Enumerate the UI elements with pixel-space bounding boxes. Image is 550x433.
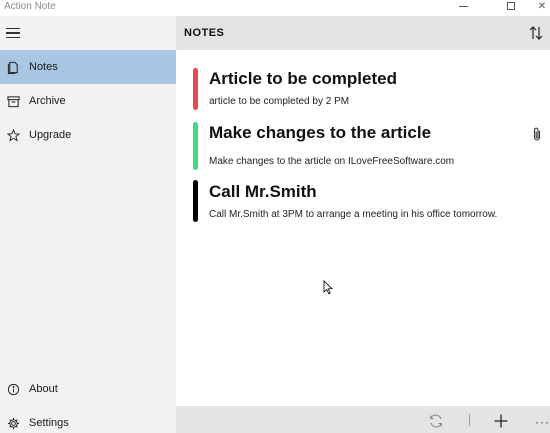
notes-icon <box>6 60 20 74</box>
window-title: Action Note <box>4 1 56 12</box>
command-divider <box>469 414 470 426</box>
star-icon <box>6 128 20 142</box>
attachment-icon[interactable] <box>532 126 542 142</box>
note-body: Call Mr.Smith at 3PM to arrange a meetin… <box>209 209 498 220</box>
sidebar-item-label: Settings <box>29 417 69 429</box>
command-bar: ··· <box>176 406 550 433</box>
note-title: Call Mr.Smith <box>209 182 317 201</box>
sidebar-item-about[interactable]: About <box>0 372 176 406</box>
maximize-button[interactable] <box>494 0 528 12</box>
sidebar-item-label: Notes <box>29 61 58 73</box>
close-button[interactable]: ✕ <box>525 0 550 12</box>
note-item[interactable]: Call Mr.Smith Call Mr.Smith at 3PM to ar… <box>176 178 550 224</box>
page-title: NOTES <box>184 27 225 39</box>
sidebar-item-label: Archive <box>29 95 66 107</box>
sidebar-item-settings[interactable]: Settings <box>0 406 176 433</box>
minimize-button[interactable] <box>446 0 480 12</box>
sidebar-item-label: Upgrade <box>29 129 72 141</box>
sidebar: Notes Archive Upgrade About Settings <box>0 16 176 433</box>
title-bar: Action Note ✕ <box>0 0 550 16</box>
add-icon[interactable] <box>494 414 508 428</box>
note-color-bar <box>193 180 198 222</box>
gear-icon <box>6 416 20 430</box>
archive-icon <box>6 94 20 108</box>
sidebar-item-upgrade[interactable]: Upgrade <box>0 118 176 152</box>
note-title: Make changes to the article <box>209 123 432 142</box>
notes-header: NOTES <box>176 16 550 50</box>
note-item[interactable]: Article to be completed article to be co… <box>176 66 550 112</box>
note-body: Make changes to the article on ILoveFree… <box>209 156 455 167</box>
note-body: article to be completed by 2 PM <box>209 96 350 107</box>
note-item[interactable]: Make changes to the article Make changes… <box>176 120 550 170</box>
sidebar-item-archive[interactable]: Archive <box>0 84 176 118</box>
sidebar-item-notes[interactable]: Notes <box>0 50 176 84</box>
note-color-bar <box>193 68 198 110</box>
sort-icon[interactable] <box>528 25 544 41</box>
notes-list: Article to be completed article to be co… <box>176 50 550 406</box>
minimize-icon <box>458 5 468 7</box>
note-color-bar <box>193 122 198 170</box>
sync-icon[interactable] <box>428 414 444 428</box>
sidebar-item-label: About <box>29 383 58 395</box>
more-options-icon[interactable]: ··· <box>535 415 550 429</box>
maximize-icon <box>507 2 515 10</box>
close-icon: ✕ <box>537 0 547 12</box>
mouse-cursor-icon <box>323 280 333 295</box>
note-title: Article to be completed <box>209 69 397 88</box>
hamburger-icon[interactable] <box>6 28 20 38</box>
info-icon <box>6 382 20 396</box>
